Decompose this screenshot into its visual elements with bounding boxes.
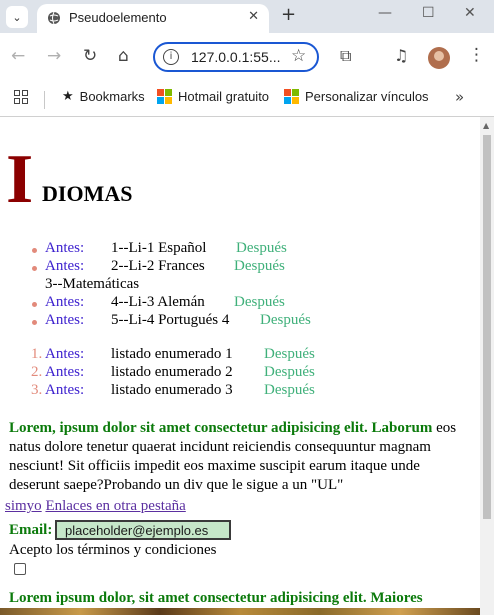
tab-strip: ⌄ Pseudoelemento ✕ + — ☐ ✕ xyxy=(0,0,494,33)
globe-icon xyxy=(48,11,60,25)
paragraph2-bold: Lorem ipsum dolor, sit amet consectetur … xyxy=(9,590,423,606)
background-image xyxy=(0,608,480,615)
terms-label: Acepto los términos y condiciones xyxy=(9,542,217,558)
extensions-icon[interactable]: ⧉ xyxy=(340,46,351,66)
item-text: listado enumerado 2 xyxy=(111,364,233,380)
list-item: Antes: 2--Li-2 Frances Después xyxy=(45,258,285,275)
list-number: 3. xyxy=(31,382,43,398)
before-text: Antes: xyxy=(45,294,85,310)
avatar[interactable] xyxy=(428,47,450,69)
before-text: Antes: xyxy=(45,346,85,362)
new-tab-icon[interactable]: + xyxy=(281,4,296,25)
terms-checkbox[interactable] xyxy=(14,563,26,575)
toolbar: ← → ↻ ⌂ i 127.0.0.1:55... ☆ ⧉ ♫ ⋮ xyxy=(0,33,494,83)
email-label: Email: xyxy=(9,522,53,538)
close-window-icon[interactable]: ✕ xyxy=(464,5,476,21)
paragraph: Lorem, ipsum dolor sit amet consectetur … xyxy=(9,419,471,495)
after-text: Después xyxy=(260,312,311,328)
paragraph-bold: Lorem, ipsum dolor sit amet consectetur … xyxy=(9,420,433,436)
media-controls-icon[interactable]: ♫ xyxy=(394,46,408,65)
minimize-icon[interactable]: — xyxy=(378,5,392,21)
item-text: listado enumerado 1 xyxy=(111,346,233,362)
link-enlaces[interactable]: Enlaces en otra pestaña xyxy=(45,498,185,514)
bookmarks-bar: ★ Bookmarks Hotmail gratuito Personaliza… xyxy=(0,83,494,117)
star-icon: ★ xyxy=(62,89,74,104)
list-item: Antes: 5--Li-4 Portugués 4 Después xyxy=(45,312,311,329)
maximize-icon[interactable]: ☐ xyxy=(422,5,435,21)
before-text: Antes: xyxy=(45,364,85,380)
list-item: 3--Matemáticas xyxy=(45,276,139,293)
after-text: Después xyxy=(264,346,315,362)
tab-title: Pseudoelemento xyxy=(69,10,167,25)
list-item: Antes: listado enumerado 2 Después xyxy=(45,364,315,381)
active-tab[interactable]: Pseudoelemento ✕ xyxy=(37,4,269,33)
site-info-icon[interactable]: i xyxy=(163,49,179,65)
bookmark-personalizar[interactable]: Personalizar vínculos xyxy=(284,89,429,104)
page-content: I DIOMAS Antes: 1--Li-1 Español Después … xyxy=(0,117,480,615)
home-icon[interactable]: ⌂ xyxy=(118,46,129,66)
list-bullet xyxy=(32,248,37,253)
forward-icon[interactable]: → xyxy=(47,46,61,66)
more-bookmarks-icon[interactable]: » xyxy=(455,88,464,106)
address-bar[interactable]: i 127.0.0.1:55... ☆ xyxy=(153,42,319,72)
link-simyo[interactable]: simyo xyxy=(5,498,42,514)
list-item: Antes: 4--Li-3 Alemán Después xyxy=(45,294,285,311)
item-text: listado enumerado 3 xyxy=(111,382,233,398)
item-text: 2--Li-2 Frances xyxy=(111,258,205,274)
scrollbar-thumb[interactable] xyxy=(483,135,491,519)
list-bullet xyxy=(32,302,37,307)
reload-icon[interactable]: ↻ xyxy=(83,46,97,66)
after-text: Después xyxy=(234,294,285,310)
after-text: Después xyxy=(264,364,315,380)
bookmark-bookmarks[interactable]: ★ Bookmarks xyxy=(62,89,145,104)
divider xyxy=(44,91,45,109)
item-text: 1--Li-1 Español xyxy=(111,240,207,256)
bookmark-hotmail[interactable]: Hotmail gratuito xyxy=(157,89,269,104)
browser-chrome: ⌄ Pseudoelemento ✕ + — ☐ ✕ ← → ↻ ⌂ i 127… xyxy=(0,0,494,117)
back-icon[interactable]: ← xyxy=(11,46,25,66)
microsoft-icon xyxy=(157,89,172,104)
tab-search-icon[interactable]: ⌄ xyxy=(6,6,28,28)
apps-icon[interactable] xyxy=(14,90,28,104)
page-title: I DIOMAS xyxy=(6,145,132,215)
close-tab-icon[interactable]: ✕ xyxy=(248,9,259,24)
bookmark-label: Bookmarks xyxy=(79,89,145,104)
url-text[interactable]: 127.0.0.1:55... xyxy=(191,49,281,65)
list-item: Antes: listado enumerado 3 Después xyxy=(45,382,315,399)
list-bullet xyxy=(32,320,37,325)
list-bullet xyxy=(32,266,37,271)
before-text: Antes: xyxy=(45,258,85,274)
before-text: Antes: xyxy=(45,382,85,398)
scrollbar[interactable]: ▲ xyxy=(480,117,494,615)
list-item: Antes: 1--Li-1 Español Después xyxy=(45,240,287,257)
links-row: simyo Enlaces en otra pestaña xyxy=(5,498,186,515)
list-item: Antes: listado enumerado 1 Después xyxy=(45,346,315,363)
microsoft-icon xyxy=(284,89,299,104)
item-text: 3--Matemáticas xyxy=(45,276,140,292)
list-number: 1. xyxy=(31,346,43,362)
bookmark-label: Personalizar vínculos xyxy=(305,89,429,104)
title-rest: DIOMAS xyxy=(42,181,133,206)
after-text: Después xyxy=(234,258,285,274)
list-number: 2. xyxy=(31,364,43,380)
scroll-up-icon[interactable]: ▲ xyxy=(483,121,489,130)
bookmark-star-icon[interactable]: ☆ xyxy=(291,46,306,66)
email-field[interactable]: placeholder@ejemplo.es xyxy=(55,520,231,540)
after-text: Después xyxy=(236,240,287,256)
item-text: 4--Li-3 Alemán xyxy=(111,294,205,310)
menu-icon[interactable]: ⋮ xyxy=(468,45,485,65)
after-text: Después xyxy=(264,382,315,398)
title-initial: I xyxy=(6,141,34,218)
before-text: Antes: xyxy=(45,312,85,328)
item-text: 5--Li-4 Portugués 4 xyxy=(111,312,230,328)
before-text: Antes: xyxy=(45,240,85,256)
bookmark-label: Hotmail gratuito xyxy=(178,89,270,104)
